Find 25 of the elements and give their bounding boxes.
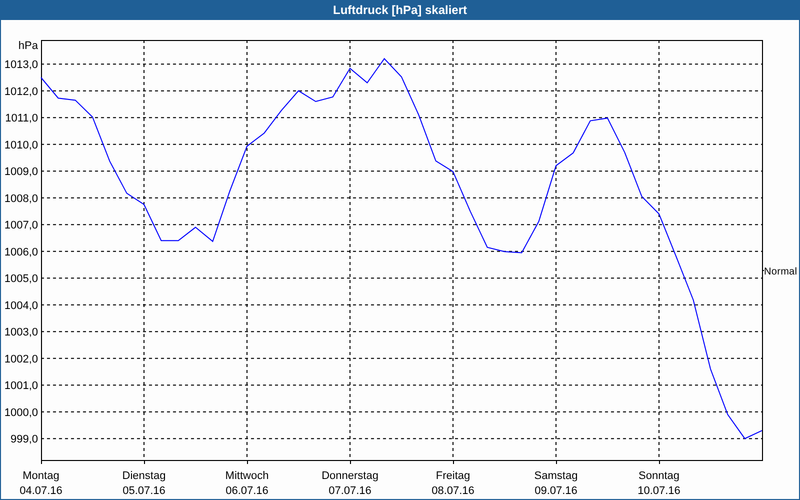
y-tick-label: 1000,0 bbox=[4, 406, 38, 419]
x-tick-label: Mittwoch 06.07.16 bbox=[225, 470, 269, 497]
y-tick-label: 1002,0 bbox=[4, 353, 38, 366]
y-tick-label: 1011,0 bbox=[5, 112, 38, 125]
y-tick-label: 1009,0 bbox=[4, 166, 38, 178]
y-tick-label: 1007,0 bbox=[4, 220, 38, 232]
window-title: Luftdruck [hPa] skaliert bbox=[332, 2, 468, 19]
y-tick-label: 1012,0 bbox=[4, 86, 38, 98]
x-tick-label: Donnerstag 07.07.16 bbox=[322, 470, 378, 497]
x-tick-label: Dienstag 05.07.16 bbox=[122, 470, 166, 497]
x-tick-label: Sonntag 10.07.16 bbox=[638, 470, 680, 497]
y-tick-label: 1003,0 bbox=[4, 326, 38, 339]
y-axis-label: hPa bbox=[18, 40, 38, 52]
x-tick-label: Montag 04.07.16 bbox=[20, 470, 62, 497]
y-tick-label: 999,0 bbox=[10, 434, 38, 446]
y-tick-label: 1013,0 bbox=[4, 59, 38, 72]
x-tick-label: Samstag 09.07.16 bbox=[534, 470, 578, 497]
reference-label: Normal bbox=[762, 266, 797, 278]
y-tick-label: 1010,0 bbox=[4, 139, 38, 152]
x-tick-label: Freitag 08.07.16 bbox=[432, 470, 474, 497]
y-tick-label: 1008,0 bbox=[4, 192, 38, 205]
y-tick-label: 1001,0 bbox=[4, 380, 38, 392]
y-tick-label: 1006,0 bbox=[4, 246, 38, 258]
y-tick-label: 1004,0 bbox=[4, 300, 38, 312]
y-tick-label: 1005,0 bbox=[4, 273, 38, 286]
